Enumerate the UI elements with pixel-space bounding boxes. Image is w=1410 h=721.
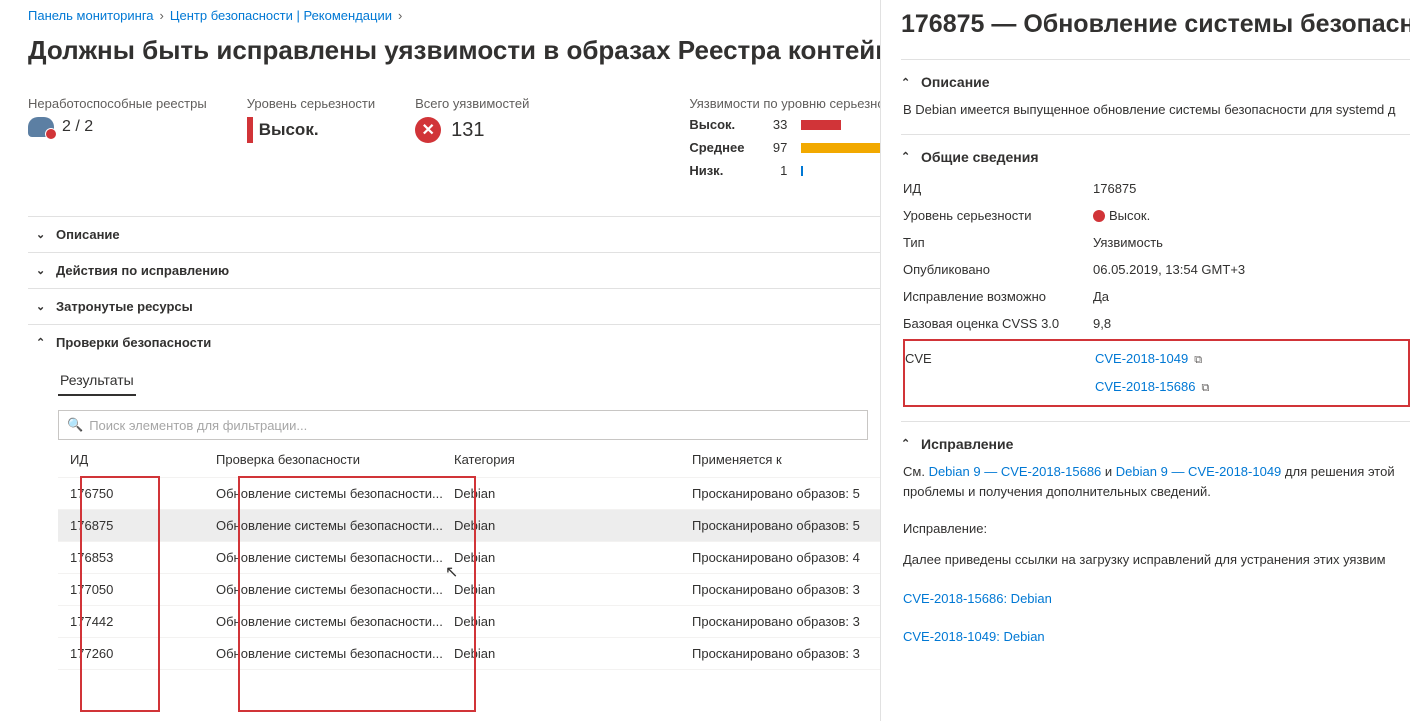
cve-link-1[interactable]: CVE-2018-1049: [1095, 351, 1188, 366]
unhealthy-value: 2 / 2: [62, 118, 93, 136]
sev-med-bar: [801, 143, 880, 153]
cell-app: Просканировано образов: 5: [692, 518, 880, 533]
page-title: Должны быть исправлены уязвимости в обра…: [28, 35, 880, 66]
sev-low-name: Низк.: [689, 163, 749, 178]
search-icon: 🔍: [67, 417, 83, 433]
sev-low-bar: [801, 166, 803, 176]
cell-cat: Debian: [454, 614, 692, 629]
tab-results[interactable]: Результаты: [58, 366, 136, 396]
cell-app: Просканировано образов: 3: [692, 646, 880, 661]
acc-affected[interactable]: ⌄Затронутые ресурсы: [28, 289, 880, 325]
description-text: В Debian имеется выпущенное обновление с…: [901, 100, 1410, 120]
section-description[interactable]: ⌃Описание: [901, 74, 1410, 90]
chevron-down-icon: ⌄: [36, 228, 46, 241]
col-cat[interactable]: Категория: [454, 452, 692, 467]
fix-link-1[interactable]: Debian 9 — CVE-2018-15686: [929, 464, 1102, 479]
sev-high-bar: [801, 120, 841, 130]
fix-link-2[interactable]: Debian 9 — CVE-2018-1049: [1116, 464, 1282, 479]
total-label: Всего уязвимостей: [415, 96, 529, 111]
breadcrumb-security[interactable]: Центр безопасности | Рекомендации: [170, 8, 392, 23]
unhealthy-label: Неработоспособные реестры: [28, 96, 207, 111]
chevron-up-icon: ⌃: [36, 336, 46, 349]
cell-app: Просканировано образов: 3: [692, 614, 880, 629]
acc-remediation[interactable]: ⌄Действия по исправлению: [28, 253, 880, 289]
chevron-down-icon: ⌄: [36, 300, 46, 313]
col-app[interactable]: Применяется к: [692, 452, 880, 467]
section-general[interactable]: ⌃Общие сведения: [901, 149, 1410, 165]
external-link-icon: ⧉: [1201, 382, 1209, 394]
severity-bar-icon: [247, 117, 253, 143]
bysev-label: Уязвимости по уровню серьезности: [689, 96, 880, 111]
sev-low-count: 1: [763, 163, 787, 178]
severity-value: Высок.: [259, 120, 319, 140]
cell-app: Просканировано образов: 4: [692, 550, 880, 565]
acc-description[interactable]: ⌄Описание: [28, 217, 880, 253]
severity-label: Уровень серьезности: [247, 96, 375, 111]
col-id[interactable]: ИД: [58, 452, 216, 467]
detail-panel: 176875 — Обновление системы безопасности…: [880, 0, 1410, 721]
highlight-box: [240, 478, 474, 710]
chevron-right-icon: ›: [398, 8, 402, 23]
chevron-up-icon: ⌃: [901, 76, 911, 89]
breadcrumb-dashboard[interactable]: Панель мониторинга: [28, 8, 154, 23]
total-value: 131: [451, 119, 484, 142]
error-icon: ✕: [415, 117, 441, 143]
acc-checks[interactable]: ⌃Проверки безопасности: [28, 325, 880, 360]
cell-cat: Debian: [454, 582, 692, 597]
section-remediation[interactable]: ⌃Исправление: [901, 436, 1410, 452]
dl-link-1[interactable]: CVE-2018-15686: Debian: [903, 591, 1052, 606]
sev-med-count: 97: [763, 140, 787, 155]
col-check[interactable]: Проверка безопасности: [216, 452, 454, 467]
cell-cat: Debian: [454, 486, 692, 501]
cell-app: Просканировано образов: 5: [692, 486, 880, 501]
cell-cat: Debian: [454, 518, 692, 533]
cloud-icon: [28, 117, 54, 137]
external-link-icon: ⧉: [1194, 354, 1202, 366]
chevron-up-icon: ⌃: [901, 150, 911, 163]
main-panel: Панель мониторинга › Центр безопасности …: [0, 0, 880, 721]
panel-title: 176875 — Обновление системы безопасности: [901, 10, 1410, 39]
breadcrumb: Панель мониторинга › Центр безопасности …: [28, 8, 880, 23]
severity-dot-icon: [1093, 210, 1105, 222]
search-input[interactable]: 🔍 Поиск элементов для фильтрации...: [58, 410, 868, 440]
cell-app: Просканировано образов: 3: [692, 582, 880, 597]
highlight-box: [82, 478, 158, 710]
cell-cat: Debian: [454, 646, 692, 661]
cell-cat: Debian: [454, 550, 692, 565]
cve-link-2[interactable]: CVE-2018-15686: [1095, 379, 1195, 394]
sev-high-name: Высок.: [689, 117, 749, 132]
chevron-right-icon: ›: [160, 8, 164, 23]
chevron-down-icon: ⌄: [36, 264, 46, 277]
sev-high-count: 33: [763, 117, 787, 132]
sev-med-name: Среднее: [689, 140, 749, 155]
chevron-up-icon: ⌃: [901, 437, 911, 450]
summary-row: Неработоспособные реестры 2 / 2 Уровень …: [28, 96, 880, 186]
dl-link-2[interactable]: CVE-2018-1049: Debian: [903, 629, 1045, 644]
